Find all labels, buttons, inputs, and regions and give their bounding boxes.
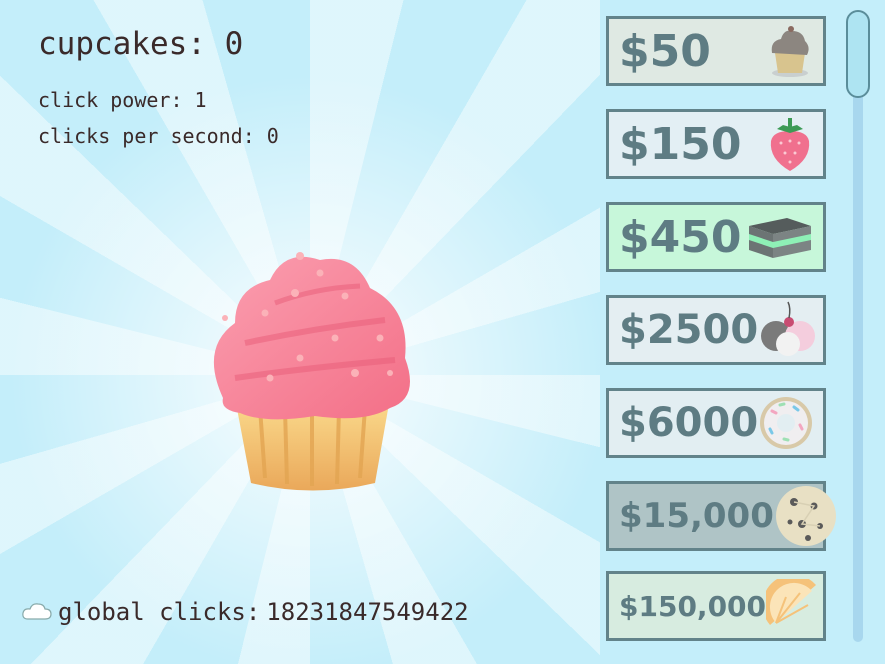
global-clicks-row: global clicks: 18231847549422 xyxy=(22,598,469,626)
shop-item-cookie[interactable]: $15,000 xyxy=(606,481,836,551)
cloud-icon xyxy=(22,603,52,620)
cookie-icon xyxy=(775,486,836,546)
shop-item-donut[interactable]: $6000 xyxy=(606,388,826,458)
shop-item-price: $6000 xyxy=(619,400,759,446)
shop-item-price: $450 xyxy=(619,211,742,263)
shop-item-cupcake[interactable]: $50 xyxy=(606,16,826,86)
shop-item-price: $150,000 xyxy=(619,589,767,623)
click-power-label: click power: 1 xyxy=(38,88,207,112)
cupcake-count: cupcakes: 0 xyxy=(38,26,244,62)
shop-item-cake[interactable]: $450 xyxy=(606,202,826,272)
cupcake-icon xyxy=(771,26,809,77)
shop-scrollbar-thumb[interactable] xyxy=(846,10,870,98)
ice-cream-icon xyxy=(761,301,816,356)
cupcake-click-button[interactable] xyxy=(205,248,420,498)
clicks-per-second-label: clicks per second: 0 xyxy=(38,124,279,148)
global-clicks-value: 18231847549422 xyxy=(266,598,469,626)
shop-scrollbar-track[interactable] xyxy=(853,16,863,642)
cake-slice-icon xyxy=(749,218,811,258)
donut-icon xyxy=(760,397,813,449)
shop-item-orange[interactable]: $150,000 xyxy=(606,571,826,641)
shop-item-price: $50 xyxy=(619,25,711,77)
shop-item-ice-cream[interactable]: $2500 xyxy=(606,295,826,365)
shop-item-price: $15,000 xyxy=(619,496,774,536)
orange-slice-icon xyxy=(766,579,817,625)
shop-item-price: $150 xyxy=(619,118,742,170)
shop-item-strawberry[interactable]: $150 xyxy=(606,109,826,179)
shop-item-price: $2500 xyxy=(619,307,759,353)
strawberry-icon xyxy=(770,118,810,171)
global-clicks-label: global clicks: xyxy=(58,598,261,626)
